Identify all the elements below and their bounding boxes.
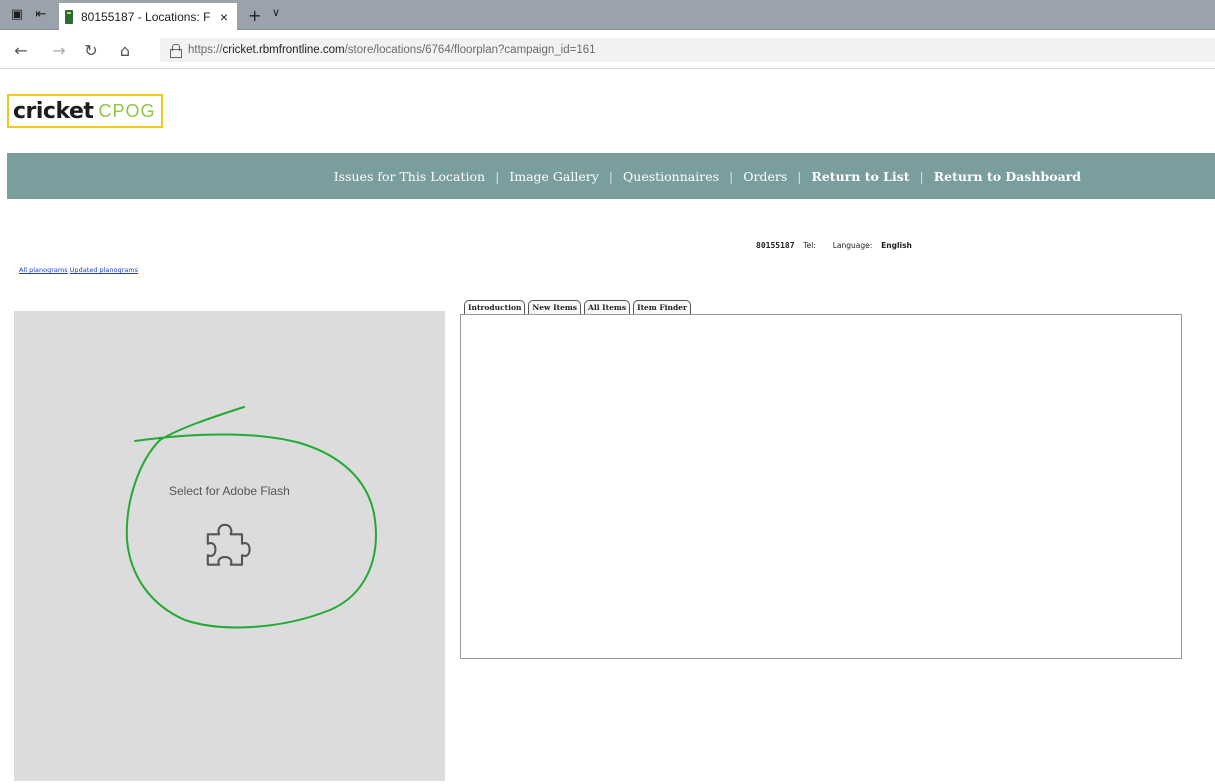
refresh-icon[interactable]: ↻ xyxy=(80,41,102,60)
browser-tab[interactable]: 80155187 - Locations: F × xyxy=(58,2,238,30)
back-icon[interactable]: ← xyxy=(10,41,32,60)
nav-separator: | xyxy=(729,168,734,184)
new-tab-button[interactable]: + xyxy=(248,6,261,25)
url-path: /store/locations/6764/floorplan?campaign… xyxy=(344,44,596,56)
main-nav: Issues for This Location | Image Gallery… xyxy=(7,153,1215,199)
language-value: English xyxy=(881,241,912,250)
tab-menu-chevron-icon[interactable]: ∨ xyxy=(272,6,280,19)
tab-all-items[interactable]: All Items xyxy=(584,300,631,315)
logo-suffix: CPOG xyxy=(98,100,156,121)
nav-orders-link[interactable]: Orders xyxy=(743,169,787,184)
tab-actions-icon[interactable]: ▣ xyxy=(8,6,26,24)
planogram-tabs: Introduction New Items All Items Item Fi… xyxy=(464,300,691,315)
store-id: 80155187 xyxy=(756,241,795,250)
tab-new-items[interactable]: New Items xyxy=(528,300,582,315)
tab-title: 80155187 - Locations: F xyxy=(81,9,211,24)
nav-separator: | xyxy=(797,168,802,184)
cricket-cpog-logo[interactable]: cricket CPOG xyxy=(7,94,163,128)
planogram-links: All planograms Updated planograms xyxy=(19,266,138,274)
browser-tab-strip: ▣ ⇤ 80155187 - Locations: F × + ∨ xyxy=(0,0,1215,30)
url-scheme: https:// xyxy=(188,44,223,56)
home-icon[interactable]: ⌂ xyxy=(114,41,136,60)
nav-issues-link[interactable]: Issues for This Location xyxy=(334,169,485,184)
lock-icon xyxy=(170,44,182,58)
tab-introduction[interactable]: Introduction xyxy=(464,300,526,315)
nav-separator: | xyxy=(919,168,924,184)
tab-set-aside-icon[interactable]: ⇤ xyxy=(32,6,50,24)
logo-brand: cricket xyxy=(13,98,94,124)
url-input[interactable]: https://cricket.rbmfrontline.com/store/l… xyxy=(160,38,1215,62)
nav-image-gallery-link[interactable]: Image Gallery xyxy=(509,169,598,184)
cricket-favicon-icon xyxy=(65,9,73,24)
nav-return-to-list-link[interactable]: Return to List xyxy=(811,169,909,184)
tel-label: Tel: xyxy=(803,241,816,250)
nav-return-to-dashboard-link[interactable]: Return to Dashboard xyxy=(934,169,1081,184)
nav-separator: | xyxy=(608,168,614,184)
language-label: Language: xyxy=(832,241,873,250)
puzzle-piece-icon[interactable] xyxy=(206,521,254,571)
all-planograms-link[interactable]: All planograms xyxy=(19,266,68,274)
address-bar: ← → ↻ ⌂ https://cricket.rbmfrontline.com… xyxy=(0,31,1215,69)
store-info: 80155187 Tel: Language: English xyxy=(756,241,912,250)
tab-close-icon[interactable]: × xyxy=(217,9,231,25)
flash-label: Select for Adobe Flash xyxy=(169,484,290,498)
tab-item-finder[interactable]: Item Finder xyxy=(633,300,691,315)
nav-separator: | xyxy=(495,168,500,184)
forward-icon[interactable]: → xyxy=(48,41,70,60)
updated-planograms-link[interactable]: Updated planograms xyxy=(70,266,138,274)
nav-questionnaires-link[interactable]: Questionnaires xyxy=(623,169,719,184)
url-host: cricket.rbmfrontline.com xyxy=(222,44,345,56)
tab-panel xyxy=(460,314,1182,659)
